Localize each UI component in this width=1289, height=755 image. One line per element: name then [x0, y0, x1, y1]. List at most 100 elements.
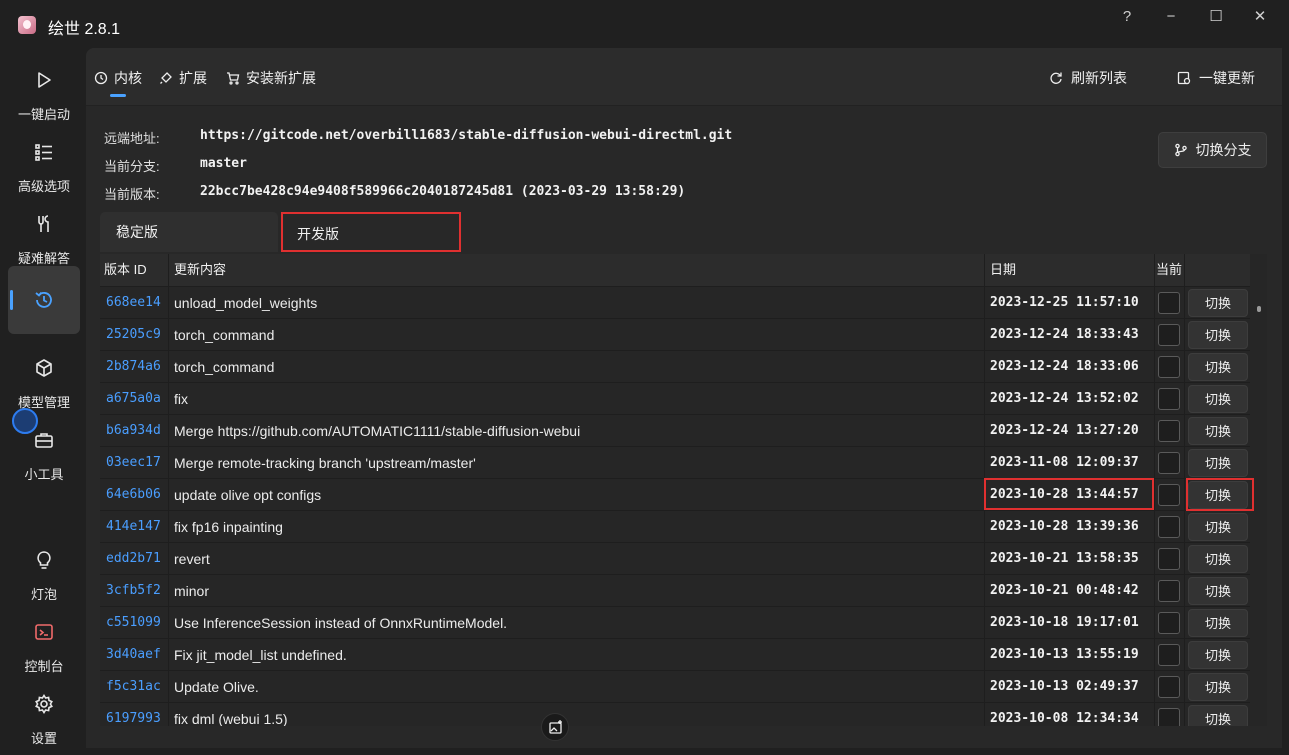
tab-install-extension[interactable]: 安装新扩展 [226, 68, 316, 88]
refresh-label: 刷新列表 [1071, 70, 1127, 86]
branch-icon [1174, 143, 1187, 157]
commit-message: fix dml (webui 1.5) [174, 711, 288, 726]
sidebar-item-troubleshoot[interactable]: 疑难解答 [8, 204, 80, 272]
current-checkbox[interactable] [1158, 420, 1180, 442]
switch-version-button[interactable]: 切换 [1188, 545, 1248, 573]
commit-message: Merge https://github.com/AUTOMATIC1111/s… [174, 423, 581, 439]
commit-date: 2023-12-24 18:33:43 [990, 327, 1139, 342]
switch-version-button[interactable]: 切换 [1188, 705, 1248, 726]
table-scrollbar[interactable] [1254, 254, 1264, 726]
column-header-message: 更新内容 [174, 262, 227, 277]
current-checkbox[interactable] [1158, 612, 1180, 634]
top-toolbar: 内核 扩展 安装新扩展 刷新列表 一键更新 [86, 48, 1282, 106]
switch-version-button[interactable]: 切换 [1188, 641, 1248, 669]
current-checkbox[interactable] [1158, 516, 1180, 538]
screenshot-fab-button[interactable] [541, 713, 569, 741]
tab-stable[interactable]: 稳定版 [100, 212, 278, 252]
minimize-button[interactable]: − [1156, 6, 1186, 28]
commit-id: 414e147 [106, 519, 161, 534]
current-checkbox[interactable] [1158, 676, 1180, 698]
switch-version-button[interactable]: 切换 [1188, 417, 1248, 445]
sidebar-item-versions[interactable] [8, 266, 80, 334]
current-checkbox[interactable] [1158, 324, 1180, 346]
commit-message: torch_command [174, 359, 275, 375]
column-divider [1154, 254, 1155, 726]
table-row: 3d40aef Fix jit_model_list undefined. 2023… [100, 638, 1250, 670]
clock-icon [94, 71, 108, 85]
commit-message: minor [174, 583, 210, 599]
current-checkbox[interactable] [1158, 292, 1180, 314]
help-button[interactable]: ? [1112, 6, 1142, 28]
table-row: 03eec17 Merge remote-tracking branch 'ups… [100, 446, 1250, 478]
lightbulb-icon [37, 551, 51, 569]
column-divider [168, 254, 169, 726]
tab-label: 安装新扩展 [246, 70, 316, 86]
commit-date: 2023-10-08 12:34:34 [990, 711, 1139, 726]
commit-date: 2023-11-08 12:09:37 [990, 455, 1139, 470]
sidebar-item-label: 疑难解答 [17, 251, 70, 266]
sidebar-item-tools[interactable]: 小工具 [8, 420, 80, 488]
update-all-button[interactable]: 一键更新 [1177, 68, 1255, 88]
commit-date: 2023-10-18 19:17:01 [990, 615, 1139, 630]
list-icon [35, 144, 52, 161]
commit-message: update olive opt configs [174, 487, 322, 503]
sidebar-item-models[interactable]: 模型管理 [8, 348, 80, 416]
commit-message: fix fp16 inpainting [174, 519, 283, 535]
commit-id: 6197993 [106, 711, 161, 726]
table-row: c551099 Use InferenceSession instead of O… [100, 606, 1250, 638]
switch-version-button[interactable]: 切换 [1188, 513, 1248, 541]
close-button[interactable]: ✕ [1245, 6, 1275, 28]
switch-version-button[interactable]: 切换 [1188, 609, 1248, 637]
tab-label: 内核 [114, 70, 142, 86]
commit-message: Fix jit_model_list undefined. [174, 647, 347, 663]
current-checkbox[interactable] [1158, 708, 1180, 726]
sidebar-item-label: 控制台 [24, 659, 64, 674]
current-checkbox[interactable] [1158, 644, 1180, 666]
tab-extensions[interactable]: 扩展 [159, 68, 207, 88]
refresh-list-button[interactable]: 刷新列表 [1049, 68, 1127, 88]
current-checkbox[interactable] [1158, 580, 1180, 602]
gear-icon [35, 694, 53, 714]
switch-version-button[interactable]: 切换 [1188, 289, 1248, 317]
current-checkbox[interactable] [1158, 452, 1180, 474]
highlight-date-box [984, 478, 1154, 510]
scrollbar-thumb[interactable] [1257, 306, 1261, 312]
commit-id: 03eec17 [106, 455, 161, 470]
remote-url-value: https://gitcode.net/overbill1683/stable-… [200, 128, 733, 143]
sidebar-item-advanced[interactable]: 高级选项 [8, 132, 80, 200]
switch-branch-label: 切换分支 [1195, 142, 1252, 158]
sidebar-item-settings[interactable]: 设置 [8, 684, 80, 752]
commit-table: 版本 ID 更新内容 日期 当前 668ee14 unload_model_wei… [100, 254, 1267, 726]
switch-version-button[interactable]: 切换 [1188, 353, 1248, 381]
table-header: 版本 ID 更新内容 日期 当前 [100, 254, 1250, 286]
tab-core[interactable]: 内核 [94, 68, 142, 88]
switch-version-button[interactable]: 切换 [1188, 449, 1248, 477]
switch-version-button[interactable]: 切换 [1188, 321, 1248, 349]
commit-id: f5c31ac [106, 679, 161, 694]
column-header-id: 版本 ID [104, 262, 147, 277]
cube-icon [36, 359, 52, 377]
current-checkbox[interactable] [1158, 388, 1180, 410]
app-title: 绘世 2.8.1 [48, 21, 121, 38]
commit-message: unload_model_weights [174, 295, 318, 311]
switch-version-button[interactable]: 切换 [1188, 673, 1248, 701]
table-row: 25205c9 torch_command 2023-12-24 18:33:43 切… [100, 318, 1250, 350]
switch-branch-button[interactable]: 切换分支 [1158, 132, 1267, 168]
app-logo-icon [18, 16, 36, 34]
sidebar-item-label: 一键启动 [17, 107, 70, 122]
history-icon [35, 291, 52, 308]
switch-version-button[interactable]: 切换 [1188, 577, 1248, 605]
tab-dev[interactable]: 开发版 [281, 212, 461, 252]
title-bar: 绘世 2.8.1 ? − ☐ ✕ [0, 0, 1289, 48]
table-row: a675a0a fix 2023-12-24 13:52:02 切换 [100, 382, 1250, 414]
sidebar-item-console[interactable]: 控制台 [8, 612, 80, 680]
maximize-button[interactable]: ☐ [1201, 6, 1231, 28]
commit-date: 2023-12-24 18:33:06 [990, 359, 1139, 374]
sidebar-item-launch[interactable]: 一键启动 [8, 60, 80, 128]
image-add-icon [549, 720, 562, 734]
current-checkbox[interactable] [1158, 356, 1180, 378]
current-checkbox[interactable] [1158, 484, 1180, 506]
sidebar-item-bulb[interactable]: 灯泡 [8, 540, 80, 608]
switch-version-button[interactable]: 切换 [1188, 385, 1248, 413]
current-checkbox[interactable] [1158, 548, 1180, 570]
